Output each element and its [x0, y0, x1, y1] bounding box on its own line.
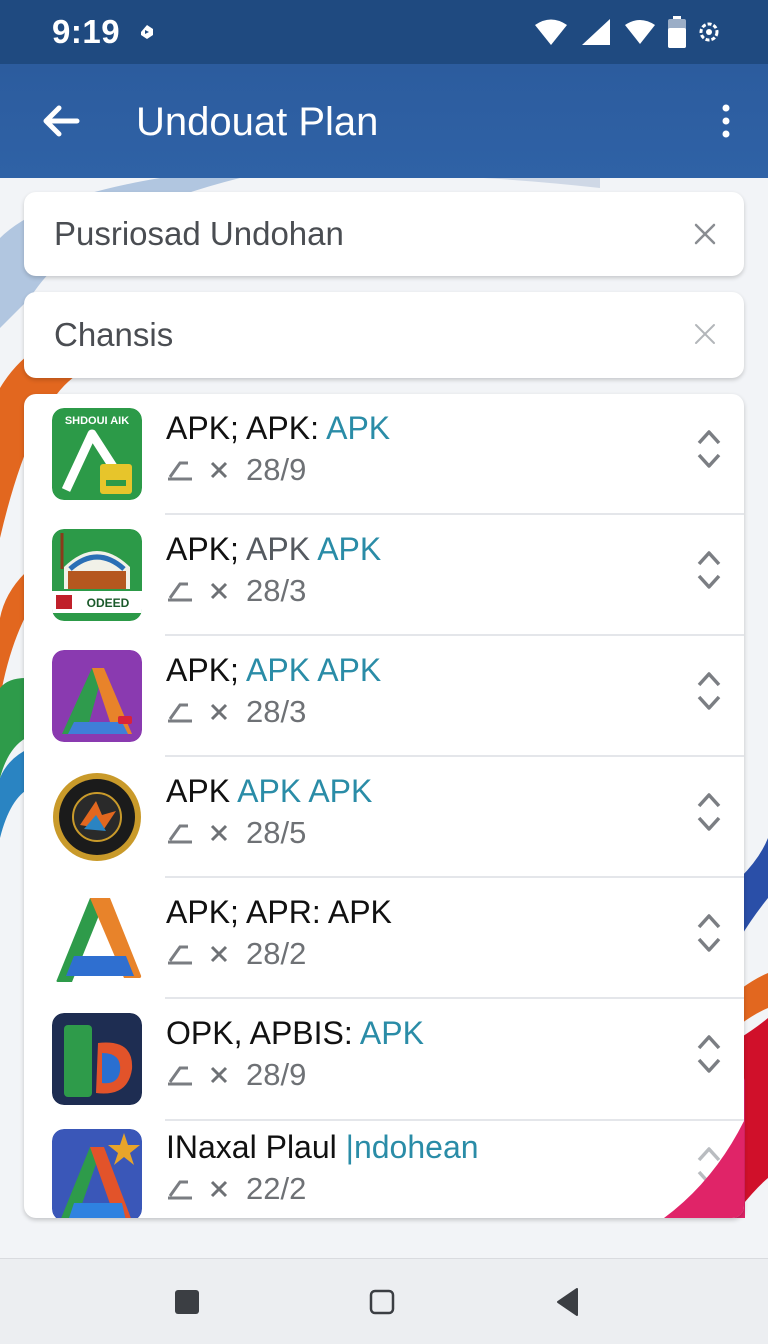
square-filled-icon: [175, 1290, 199, 1314]
ruler-icon: [166, 457, 194, 483]
app-bar: Undouat Plan: [0, 64, 768, 178]
gold-badge-app-icon: [52, 771, 142, 863]
corner-decoration: [664, 1121, 744, 1218]
status-icons: [534, 16, 720, 48]
ruler-icon: [166, 1062, 194, 1088]
item-value: 28/2: [246, 936, 307, 971]
ruler-icon: [166, 1176, 194, 1202]
item-title: APK; APK: APK: [166, 410, 391, 446]
item-value: 28/9: [246, 1057, 307, 1092]
more-options-button[interactable]: [714, 98, 738, 144]
navy-b-app-icon: [52, 1013, 142, 1105]
close-icon: [695, 324, 715, 344]
ruler-icon: [166, 578, 194, 604]
app-list: SHDOUI AIK APK; APK: APK 28/9 ODEED APK;…: [24, 394, 744, 1218]
unfold-icon: [697, 1035, 721, 1073]
home-button[interactable]: [367, 1287, 397, 1317]
clear-filter-button[interactable]: [684, 313, 726, 355]
ruler-icon: [166, 699, 194, 725]
reorder-button[interactable]: [694, 547, 724, 593]
list-item[interactable]: SHDOUI AIK APK; APK: APK 28/9: [24, 394, 744, 515]
reorder-button[interactable]: [694, 426, 724, 472]
item-meta: 28/9: [166, 1057, 306, 1093]
cross-icon: [208, 1062, 230, 1088]
triangle-back-icon: [557, 1288, 578, 1316]
stadium-app-icon: ODEED: [52, 529, 142, 621]
status-bar: 9:19: [0, 0, 768, 64]
ruler-icon: [166, 820, 194, 846]
item-title: OPK, APBIS: APK: [166, 1015, 424, 1051]
item-value: 28/9: [246, 452, 307, 487]
list-item[interactable]: ODEED APK; APK APK 28/3: [24, 515, 744, 636]
icon-label: SHDOUI AIK: [65, 415, 129, 427]
item-value: 28/3: [246, 694, 307, 729]
item-title: APK APK APK: [166, 773, 373, 809]
recents-button[interactable]: [172, 1287, 202, 1317]
battery-icon: [668, 16, 686, 48]
unfold-icon: [697, 551, 721, 589]
item-meta: 28/2: [166, 936, 306, 972]
cross-icon: [208, 457, 230, 483]
search-field-primary-value: Pusriosad Undohan: [54, 215, 344, 252]
close-icon: [694, 223, 716, 245]
item-value: 28/5: [246, 815, 307, 850]
item-meta: 22/2: [166, 1171, 306, 1207]
list-item[interactable]: INaxal Plaul |ndohean 22/2: [24, 1121, 744, 1218]
item-value: 28/3: [246, 573, 307, 608]
item-title: APK; APK APK: [166, 652, 382, 688]
status-time: 9:19: [52, 13, 121, 50]
reorder-button[interactable]: [694, 668, 724, 714]
icon-label: ODEED: [87, 596, 130, 610]
unfold-icon: [697, 793, 721, 831]
cross-icon: [208, 1176, 230, 1202]
cross-icon: [208, 941, 230, 967]
green-triangle-app-icon: SHDOUI AIK: [52, 408, 142, 500]
item-title: APK; APK APK: [166, 531, 382, 567]
list-item[interactable]: APK; APR: APK 28/2: [24, 878, 744, 999]
settings-icon: [699, 22, 719, 42]
item-meta: 28/3: [166, 694, 306, 730]
reorder-button[interactable]: [694, 1031, 724, 1077]
unfold-icon: [697, 914, 721, 952]
orange-green-triangle-app-icon: [52, 892, 142, 984]
more-vert-icon: [722, 104, 730, 138]
list-item[interactable]: APK APK APK 28/5: [24, 757, 744, 878]
notification-icon: [141, 25, 154, 39]
square-outline-icon: [369, 1289, 395, 1315]
system-nav-bar: [0, 1258, 768, 1344]
content-area: Pusriosad Undohan Chansis SHDOUI AIK APK…: [0, 178, 768, 1258]
page-title: Undouat Plan: [136, 100, 379, 144]
reorder-button[interactable]: [694, 789, 724, 835]
list-item[interactable]: OPK, APBIS: APK 28/9: [24, 999, 744, 1121]
item-meta: 28/5: [166, 815, 306, 851]
search-field-secondary-value: Chansis: [54, 316, 174, 353]
purple-triangle-app-icon: [52, 650, 142, 742]
item-title: APK; APR: APK: [166, 894, 392, 930]
item-value: 22/2: [246, 1171, 307, 1206]
unfold-icon: [697, 430, 721, 468]
arrow-back-icon: [43, 105, 80, 137]
search-field-primary[interactable]: Pusriosad Undohan: [24, 192, 744, 276]
wifi-icon: [535, 19, 567, 45]
back-nav-button[interactable]: [552, 1287, 582, 1317]
ruler-icon: [166, 941, 194, 967]
search-field-secondary[interactable]: Chansis: [24, 292, 744, 378]
unfold-icon: [697, 672, 721, 710]
cross-icon: [208, 578, 230, 604]
reorder-button[interactable]: [694, 910, 724, 956]
wifi-icon-2: [625, 20, 655, 44]
cross-icon: [208, 699, 230, 725]
back-button[interactable]: [38, 98, 84, 144]
cross-icon: [208, 820, 230, 846]
blue-star-triangle-app-icon: [52, 1129, 142, 1218]
item-meta: 28/9: [166, 452, 306, 488]
signal-icon: [582, 19, 610, 45]
item-title: INaxal Plaul |ndohean: [166, 1129, 479, 1165]
clear-search-button[interactable]: [684, 213, 726, 255]
item-meta: 28/3: [166, 573, 306, 609]
list-item[interactable]: APK; APK APK 28/3: [24, 636, 744, 757]
